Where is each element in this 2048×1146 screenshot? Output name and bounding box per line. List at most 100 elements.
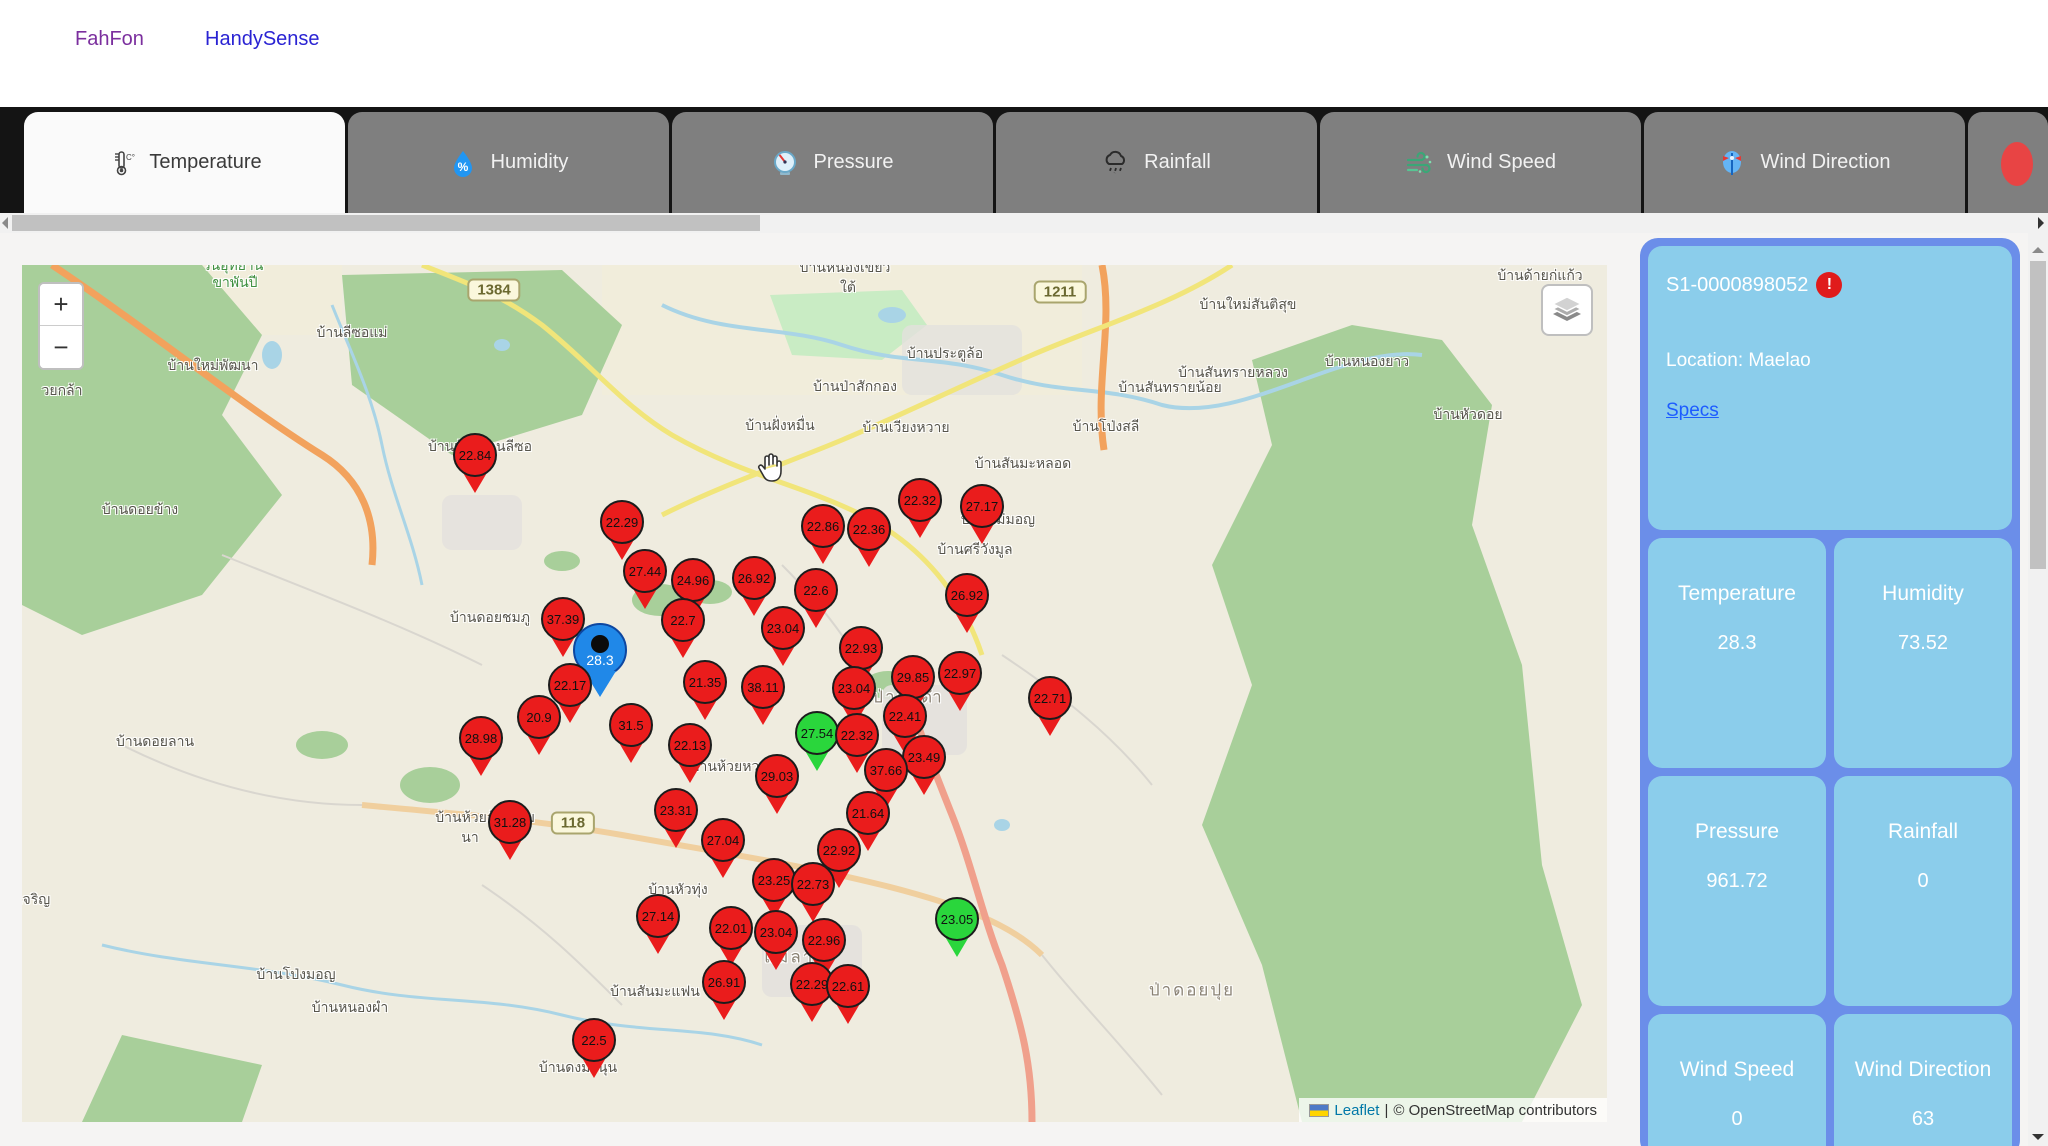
marker-head[interactable]: 23.04 [761,606,805,650]
station-marker[interactable]: 23.31 [654,788,698,832]
vertical-scrollbar-thumb[interactable] [2030,261,2046,569]
station-marker[interactable]: 22.7 [661,598,705,642]
station-marker[interactable]: 23.25 [752,858,796,902]
tab-temperature[interactable]: C° Temperature [24,112,345,213]
marker-head[interactable]: 22.13 [668,723,712,767]
marker-head[interactable]: 22.86 [801,504,845,548]
station-marker[interactable]: 21.35 [683,660,727,704]
station-marker[interactable]: 26.92 [945,573,989,617]
station-marker[interactable]: 23.49 [902,735,946,779]
scroll-down-arrow-icon[interactable] [2032,1134,2044,1140]
station-marker[interactable]: 22.73 [791,862,835,906]
station-marker[interactable]: 23.04 [832,666,876,710]
station-marker[interactable]: 22.13 [668,723,712,767]
station-marker[interactable]: 22.93 [839,626,883,670]
station-marker[interactable]: 22.61 [826,964,870,1008]
station-marker[interactable]: 24.96 [671,558,715,602]
station-marker[interactable]: 26.92 [732,556,776,600]
station-marker[interactable]: 27.14 [636,894,680,938]
station-marker[interactable]: 29.03 [755,754,799,798]
station-marker[interactable]: 31.5 [609,703,653,747]
marker-head[interactable]: 23.25 [752,858,796,902]
station-marker[interactable]: 23.04 [754,910,798,954]
vertical-scrollbar[interactable] [2028,233,2048,1146]
marker-head[interactable]: 22.36 [847,507,891,551]
recording-indicator-icon[interactable] [2001,142,2033,186]
station-marker[interactable]: 38.11 [741,665,785,709]
marker-head[interactable]: 27.17 [960,484,1004,528]
marker-head[interactable]: 24.96 [671,558,715,602]
horizontal-scrollbar[interactable] [0,213,2048,233]
marker-head[interactable]: 22.01 [709,906,753,950]
leaflet-map[interactable]: วนอุทยานขาพันปีบ้านใหม่พัฒนาวยกล้าลืนบ้า… [22,265,1607,1122]
station-marker[interactable]: 22.86 [801,504,845,548]
station-marker[interactable]: 22.84 [453,433,497,477]
marker-head[interactable]: 27.54 [795,711,839,755]
marker-head[interactable]: 23.04 [832,666,876,710]
station-marker[interactable]: 27.54 [795,711,839,755]
station-marker[interactable]: 20.9 [517,695,561,739]
map-layers-button[interactable] [1541,284,1593,336]
station-marker[interactable]: 22.29 [600,500,644,544]
marker-head[interactable]: 23.49 [902,735,946,779]
station-marker[interactable]: 27.44 [623,549,667,593]
station-marker[interactable]: 22.01 [709,906,753,950]
marker-head[interactable]: 22.73 [791,862,835,906]
marker-head[interactable]: 23.31 [654,788,698,832]
marker-head[interactable]: 27.14 [636,894,680,938]
marker-head[interactable]: 22.5 [572,1018,616,1062]
marker-head[interactable]: 22.71 [1028,676,1072,720]
tab-wind-direction[interactable]: Wind Direction [1644,112,1965,213]
scroll-right-arrow-icon[interactable] [2038,217,2044,229]
station-marker[interactable]: 22.97 [938,651,982,695]
marker-head[interactable]: 23.05 [935,897,979,941]
marker-head[interactable]: 22.32 [898,478,942,522]
nav-link-handysense[interactable]: HandySense [205,28,320,51]
station-marker[interactable]: 37.66 [864,748,908,792]
station-marker[interactable]: 22.41 [883,694,927,738]
zoom-in-button[interactable]: + [40,284,82,326]
marker-head[interactable]: 22.97 [938,651,982,695]
marker-head[interactable]: 37.66 [864,748,908,792]
marker-head[interactable]: 38.11 [741,665,785,709]
station-marker[interactable]: 22.32 [898,478,942,522]
marker-head[interactable]: 21.35 [683,660,727,704]
marker-head[interactable]: 22.93 [839,626,883,670]
station-marker[interactable]: 28.98 [459,716,503,760]
station-marker[interactable]: 22.36 [847,507,891,551]
marker-head[interactable]: 29.03 [755,754,799,798]
station-marker[interactable]: 29.85 [891,655,935,699]
nav-link-fahfon[interactable]: FahFon [75,28,144,51]
tab-humidity[interactable]: % Humidity [348,112,669,213]
tab-pressure[interactable]: Pressure [672,112,993,213]
station-marker[interactable]: 22.5 [572,1018,616,1062]
tab-rainfall[interactable]: Rainfall [996,112,1317,213]
marker-head[interactable]: 29.85 [891,655,935,699]
scroll-left-arrow-icon[interactable] [2,217,8,229]
marker-head[interactable]: 22.41 [883,694,927,738]
marker-head[interactable]: 20.9 [517,695,561,739]
marker-head[interactable]: 22.84 [453,433,497,477]
leaflet-link[interactable]: Leaflet [1334,1102,1379,1119]
marker-head[interactable]: 22.29 [600,500,644,544]
tab-wind-speed[interactable]: Wind Speed [1320,112,1641,213]
marker-head[interactable]: 23.04 [754,910,798,954]
station-marker[interactable]: 22.71 [1028,676,1072,720]
station-marker[interactable]: 23.05 [935,897,979,941]
station-marker[interactable]: 27.04 [701,818,745,862]
marker-head[interactable]: 31.5 [609,703,653,747]
station-marker[interactable]: 23.04 [761,606,805,650]
marker-head[interactable]: 31.28 [488,800,532,844]
marker-head[interactable]: 22.96 [802,918,846,962]
marker-head[interactable]: 27.44 [623,549,667,593]
marker-head[interactable]: 22.7 [661,598,705,642]
station-marker[interactable]: 27.17 [960,484,1004,528]
horizontal-scrollbar-thumb[interactable] [12,215,760,231]
zoom-out-button[interactable]: − [40,326,82,368]
station-marker[interactable]: 31.28 [488,800,532,844]
marker-head[interactable]: 22.61 [826,964,870,1008]
marker-head[interactable]: 28.98 [459,716,503,760]
osm-attribution[interactable]: © OpenStreetMap contributors [1393,1102,1597,1119]
marker-head[interactable]: 26.92 [732,556,776,600]
marker-head[interactable]: 26.92 [945,573,989,617]
